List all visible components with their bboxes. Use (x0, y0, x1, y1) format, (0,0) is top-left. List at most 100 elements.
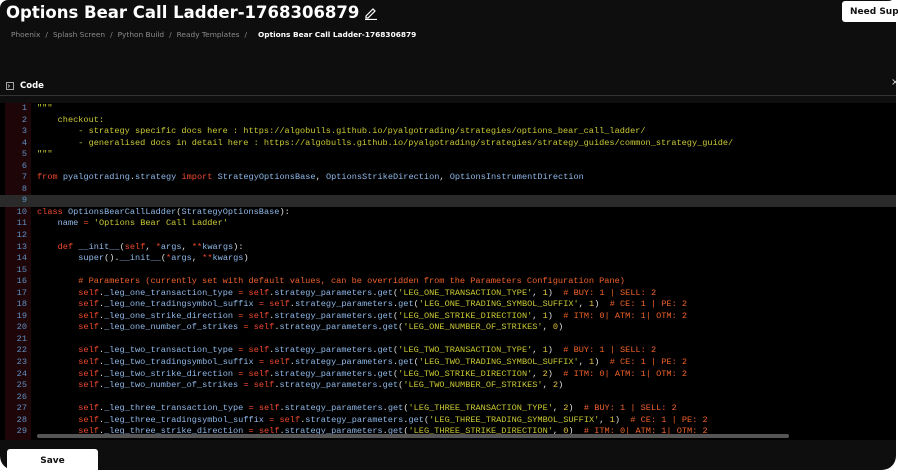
code-token: import (181, 172, 213, 183)
code-token: 'LEG_TWO_NUMBER_OF_STRIKES' (403, 380, 543, 391)
code-line[interactable]: 9 (0, 195, 896, 207)
code-text: self._leg_one_tradingsymbol_suffix = sel… (37, 299, 687, 311)
code-token: kwargs (212, 253, 244, 264)
line-number: 5 (21, 149, 27, 160)
need-support-button[interactable]: Need Supp (842, 1, 898, 22)
code-line[interactable]: 2 checkout: (0, 115, 896, 127)
code-token: self (248, 287, 270, 298)
line-number: 17 (16, 287, 27, 298)
code-text: self._leg_two_number_of_strikes = self.s… (37, 380, 563, 392)
line-number: 29 (16, 426, 27, 437)
code-line[interactable]: 22 self._leg_two_transaction_type = self… (0, 345, 896, 357)
code-token: self (78, 299, 99, 310)
code-token: self (258, 403, 280, 414)
code-line[interactable]: 28 self._leg_three_tradingsymbol_suffix … (0, 415, 896, 427)
breadcrumb-item[interactable]: Splash Screen (53, 30, 105, 39)
code-line[interactable]: 16 # Parameters (currently set with defa… (0, 276, 896, 288)
breadcrumb-item[interactable]: Ready Templates (177, 30, 240, 39)
code-line[interactable]: 4 - generalised docs in detail here : ht… (0, 138, 896, 150)
code-token: _leg_three_transaction_type (104, 403, 244, 414)
code-token: pyalgotrading (62, 172, 130, 183)
code-line[interactable]: 15 (0, 265, 896, 277)
code-token: StrategyOptionsBase (217, 172, 316, 183)
tab-code[interactable]: Code (6, 76, 50, 96)
code-line[interactable]: 10 class OptionsBearCallLadder(StrategyOp… (0, 207, 896, 219)
code-line[interactable]: 26 (0, 392, 896, 404)
code-line[interactable]: 8 (0, 184, 896, 196)
code-text: class OptionsBearCallLadder(StrategyOpti… (37, 207, 290, 219)
code-token: OptionsBearCallLadder (67, 206, 177, 217)
code-text: self._leg_one_transaction_type = self.st… (37, 288, 656, 300)
breadcrumb-item[interactable]: Phoenix (11, 30, 40, 39)
code-token: 'LEG_ONE_TRADING_SYMBOL_SUFFIX' (418, 299, 579, 310)
code-token: 'LEG_ONE_TRANSACTION_TYPE' (398, 287, 533, 298)
line-number: 11 (16, 218, 27, 229)
code-line[interactable]: 23 self._leg_two_tradingsymbol_suffix = … (0, 357, 896, 369)
code-token: self (78, 322, 99, 333)
code-line[interactable]: 27 self._leg_three_transaction_type = se… (0, 403, 896, 415)
code-token: # BUY: 1 | SELL: 2 (583, 403, 677, 414)
code-token: # BUY: 1 | SELL: 2 (563, 287, 657, 298)
code-token: get (377, 345, 393, 356)
code-token: _leg_one_tradingsymbol_suffix (104, 299, 254, 310)
code-text: self._leg_two_transaction_type = self.st… (37, 345, 656, 357)
code-token: self (78, 345, 99, 356)
code-text: checkout: (37, 115, 104, 127)
code-line[interactable]: 20 self._leg_one_number_of_strikes = sel… (0, 322, 896, 334)
code-token: strategy_parameters (284, 403, 383, 414)
close-icon[interactable]: × (891, 77, 896, 88)
code-token: get (377, 368, 393, 379)
code-token: 'LEG_TWO_STRIKE_DIRECTION' (398, 368, 533, 379)
code-editor[interactable]: 1 """ 2 checkout: 3 - strategy specific doc… (0, 103, 896, 440)
code-token: _leg_one_strike_direction (104, 310, 234, 321)
code-token: strategy_parameters (279, 380, 378, 391)
code-token: super (78, 253, 105, 264)
horizontal-scrollbar[interactable] (37, 434, 789, 438)
breadcrumb-item[interactable]: Python Build (118, 30, 165, 39)
code-token: __init__ (119, 253, 161, 264)
line-number: 16 (16, 276, 27, 287)
code-line[interactable]: 21 (0, 334, 896, 346)
code-line[interactable]: 11 name = 'Options Bear Call Ladder' (0, 218, 896, 230)
code-token: get (408, 414, 424, 425)
code-line[interactable]: 6 (0, 161, 896, 173)
code-token: strategy (135, 172, 177, 183)
code-line[interactable]: 13 def __init__(self, *args, **kwargs): (0, 242, 896, 254)
code-token: # CE: 1 | PE: 2 (609, 299, 688, 310)
code-token: self (253, 322, 275, 333)
line-number: 1 (21, 103, 27, 113)
line-number: 3 (21, 126, 27, 137)
save-button[interactable]: Save (7, 449, 98, 472)
code-token: self (124, 241, 146, 252)
code-token: self (248, 368, 270, 379)
code-line[interactable]: 17 self._leg_one_transaction_type = self… (0, 288, 896, 300)
code-text: self._leg_two_strike_direction = self.st… (37, 369, 687, 381)
line-number: 14 (16, 253, 27, 264)
line-number: 21 (16, 333, 27, 344)
code-line[interactable]: 7 from pyalgotrading.strategy import Stra… (0, 172, 896, 184)
code-line[interactable]: 24 self._leg_two_strike_direction = self… (0, 369, 896, 381)
code-line[interactable]: 18 self._leg_one_tradingsymbol_suffix = … (0, 299, 896, 311)
pencil-icon[interactable] (364, 6, 378, 20)
tab-code-label: Code (20, 80, 44, 91)
code-line[interactable]: 25 self._leg_two_number_of_strikes = sel… (0, 380, 896, 392)
code-token: self (78, 368, 99, 379)
code-line[interactable]: 5 """ (0, 149, 896, 161)
code-line[interactable]: 3 - strategy specific docs here : https:… (0, 126, 896, 138)
code-line[interactable]: 14 super().__init__(*args, **kwargs) (0, 253, 896, 265)
line-number: 19 (16, 310, 27, 321)
code-line[interactable]: 19 self._leg_one_strike_direction = self… (0, 311, 896, 323)
code-line[interactable]: 1 """ (0, 103, 896, 115)
code-line[interactable]: 12 (0, 230, 896, 242)
code-lines[interactable]: 1 """ 2 checkout: 3 - strategy specific doc… (0, 103, 896, 438)
code-token: strategy_parameters (305, 414, 404, 425)
code-text: """ (37, 103, 52, 115)
breadcrumb-separator: / (45, 30, 48, 39)
